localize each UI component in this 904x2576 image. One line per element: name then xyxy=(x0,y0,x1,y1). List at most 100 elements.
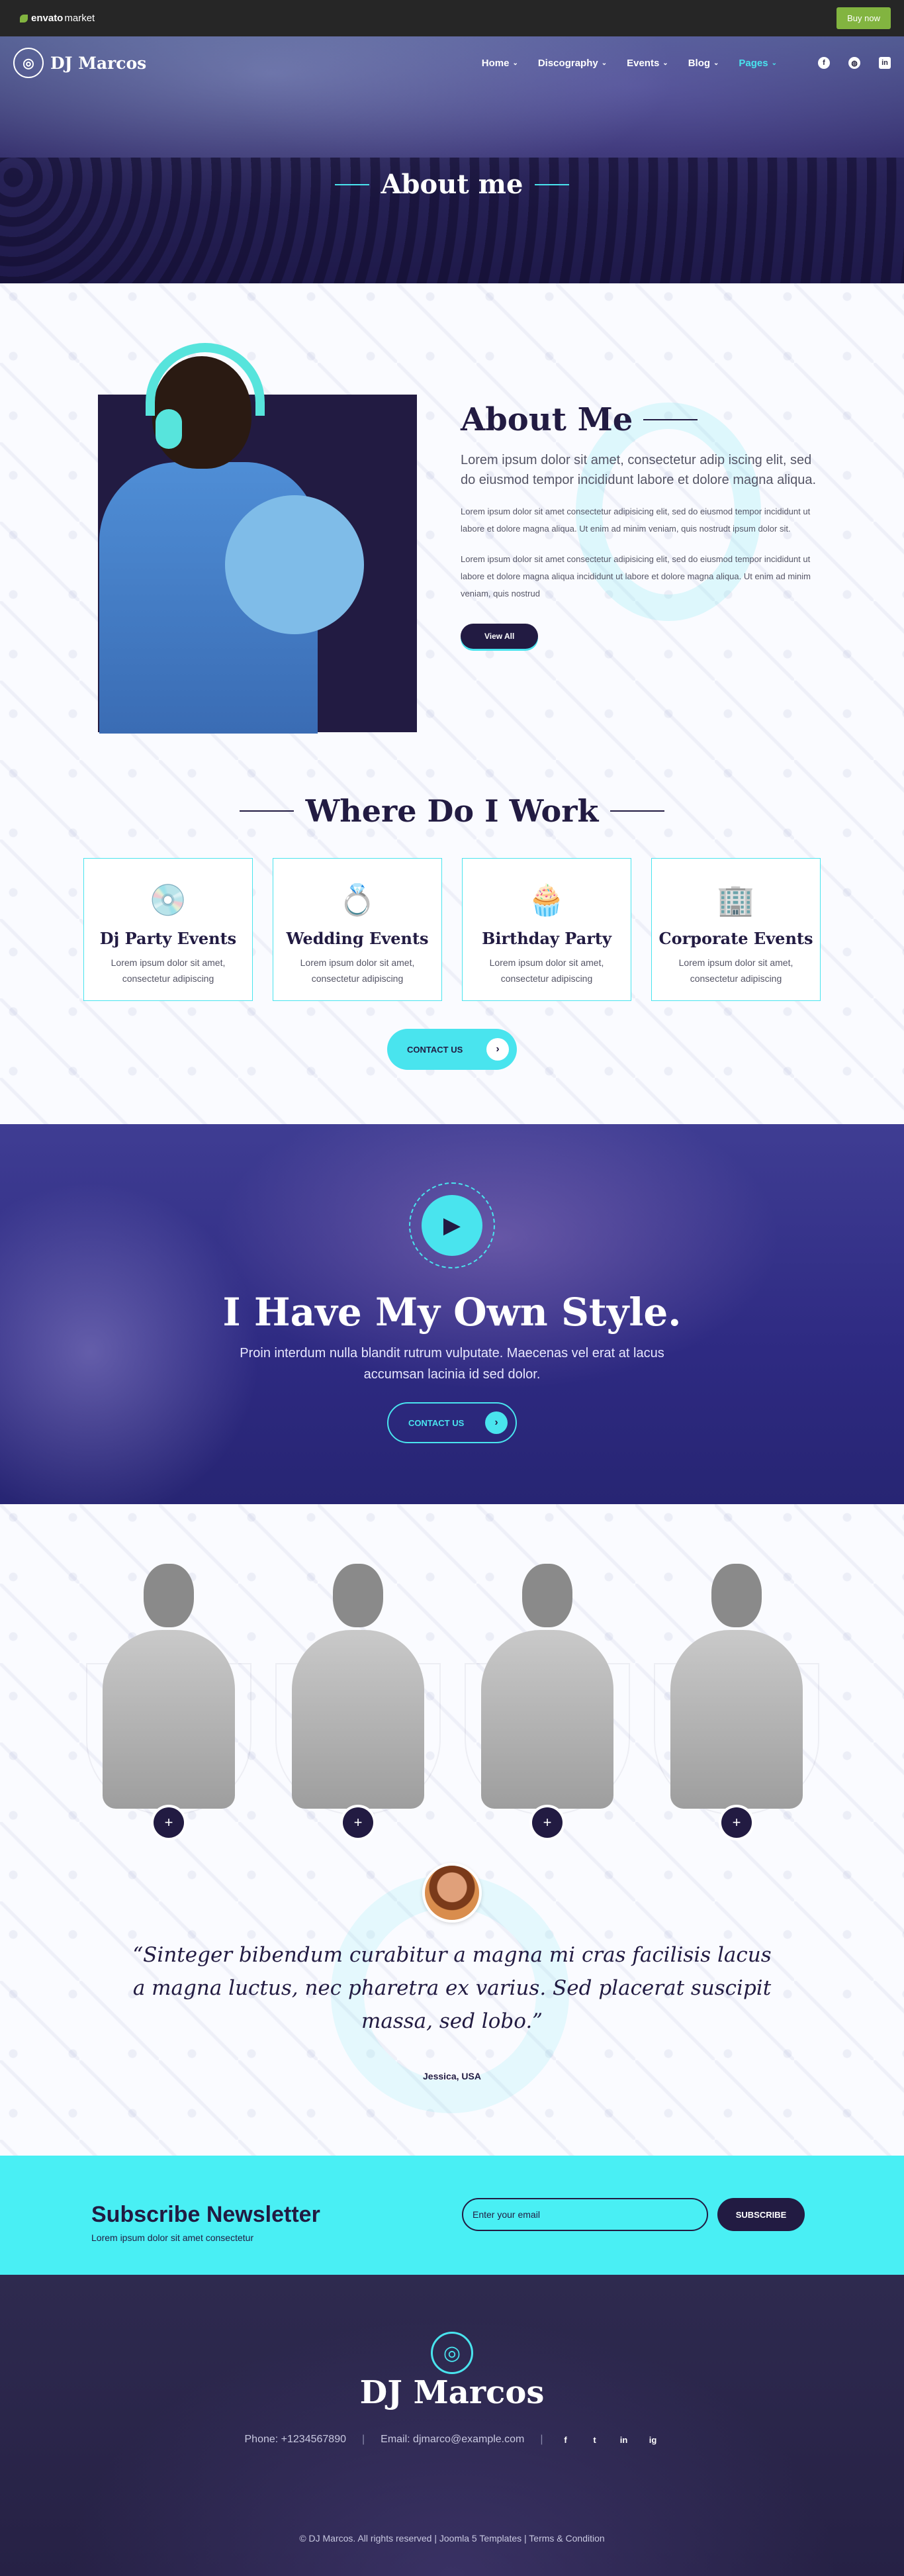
member-photo xyxy=(103,1557,235,1822)
team-member: + xyxy=(654,1557,819,1848)
about-paragraph: Lorem ipsum dolor sit amet consectetur a… xyxy=(461,554,811,598)
menu-item-home[interactable]: Home ⌄ xyxy=(482,58,518,69)
play-icon[interactable]: ▶ xyxy=(422,1195,482,1256)
card-text: Lorem ipsum dolor sit amet, consectetur … xyxy=(111,957,226,984)
plus-icon[interactable]: + xyxy=(154,1807,184,1838)
main-menu: Home ⌄ Discography ⌄ Events ⌄ Blog ⌄ Pages ⌄ … xyxy=(482,57,891,69)
divider: | xyxy=(361,2434,365,2445)
footer-brand: DJ Marcos xyxy=(359,2374,545,2411)
linkedin-icon[interactable]: in xyxy=(617,2435,631,2445)
footer-email[interactable]: Email: djmarco@example.com xyxy=(381,2434,524,2446)
title-line-left xyxy=(334,183,369,185)
footer: ◎ DJ Marcos Phone: +1234567890 | Email: … xyxy=(0,2275,904,2576)
menu-item-pages[interactable]: Pages ⌄ xyxy=(739,58,777,69)
member-photo xyxy=(481,1557,613,1822)
envato-logo[interactable]: envato market xyxy=(20,13,95,24)
email-field[interactable] xyxy=(462,2198,708,2231)
facebook-icon[interactable]: f xyxy=(818,57,830,69)
plus-icon[interactable]: + xyxy=(343,1807,373,1838)
work-cards: 💿 Dj Party Events Lorem ipsum dolor sit … xyxy=(83,858,821,1001)
divider: | xyxy=(540,2434,543,2445)
team-members: + + + + xyxy=(86,1557,819,1848)
envato-bar: envato market Buy now xyxy=(0,0,904,36)
subscribe-button[interactable]: SUBSCRIBE xyxy=(717,2198,805,2231)
team-member: + xyxy=(465,1557,630,1848)
dj-logo-icon: ◎ xyxy=(431,2332,473,2374)
team-member: + xyxy=(86,1557,251,1848)
plus-icon[interactable]: + xyxy=(721,1807,752,1838)
menu-label: Home xyxy=(481,57,510,69)
button-label: CONTACT US xyxy=(408,1417,465,1428)
chevron-down-icon: ⌄ xyxy=(771,59,777,67)
dj-photo xyxy=(99,336,377,734)
about-paragraph: Lorem ipsum dolor sit amet consectetur a… xyxy=(461,506,811,534)
footer-contact: Phone: +1234567890 | Email: djmarco@exam… xyxy=(0,2434,904,2446)
menu-item-events[interactable]: Events ⌄ xyxy=(627,58,668,69)
about-title: About Me xyxy=(461,401,633,438)
about-lead: Lorem ipsum dolor sit amet, consectetur … xyxy=(461,453,817,487)
buy-now-button[interactable]: Buy now xyxy=(836,7,891,29)
testimonial-quote: “Sinteger bibendum curabitur a magna mi … xyxy=(132,1943,772,2033)
card-corporate[interactable]: 🏢 Corporate Events Lorem ipsum dolor sit… xyxy=(651,858,821,1001)
facebook-icon[interactable]: f xyxy=(559,2435,572,2445)
cupcake-icon: 🧁 xyxy=(527,882,566,917)
contact-us-button[interactable]: CONTACT US › xyxy=(387,1029,517,1070)
card-title: Dj Party Events xyxy=(99,929,237,948)
menu-item-blog[interactable]: Blog ⌄ xyxy=(688,58,719,69)
chevron-down-icon: ⌄ xyxy=(512,59,518,67)
card-wedding[interactable]: 💍 Wedding Events Lorem ipsum dolor sit a… xyxy=(273,858,442,1001)
view-all-button[interactable]: View All xyxy=(461,624,539,649)
member-photo xyxy=(670,1557,803,1822)
menu-label: Events xyxy=(627,57,660,69)
avatar xyxy=(422,1863,482,1923)
brand-logo[interactable]: ◎ DJ Marcos xyxy=(13,48,146,78)
copyright: © DJ Marcos. All rights reserved | Jooml… xyxy=(299,2533,605,2544)
testimonial-author: Jessica, USA xyxy=(423,2071,481,2081)
ring-icon: 💍 xyxy=(338,882,377,917)
card-title: Birthday Party xyxy=(482,929,611,948)
team-member: + xyxy=(275,1557,441,1848)
title-line-right xyxy=(535,183,570,185)
style-text: Proin interdum nulla blandit rutrum vulp… xyxy=(240,1346,664,1382)
team-section: + + + + “Sinteger bibendum curabitur a m… xyxy=(0,1504,904,2156)
envato-logo-light: market xyxy=(64,13,95,24)
member-head xyxy=(522,1564,572,1627)
work-heading: Where Do I Work xyxy=(0,793,904,829)
menu-item-discography[interactable]: Discography ⌄ xyxy=(538,58,607,69)
card-dj-party[interactable]: 💿 Dj Party Events Lorem ipsum dolor sit … xyxy=(83,858,253,1001)
navbar: ◎ DJ Marcos Home ⌄ Discography ⌄ Events ⌄ B… xyxy=(0,36,904,89)
about-heading: About Me xyxy=(461,401,818,438)
style-banner: ▶ I Have My Own Style. Proin interdum nu… xyxy=(0,1124,904,1504)
chevron-down-icon: ⌄ xyxy=(713,59,719,67)
dj-disc-icon: 💿 xyxy=(149,882,187,917)
instagram-icon[interactable]: ig xyxy=(647,2435,660,2445)
building-icon: 🏢 xyxy=(717,882,755,917)
arrow-right-icon: › xyxy=(486,1038,509,1061)
plus-icon[interactable]: + xyxy=(532,1807,563,1838)
envato-leaf-icon xyxy=(20,14,28,23)
contact-us-outline-button[interactable]: CONTACT US › xyxy=(387,1402,517,1443)
dribbble-icon[interactable]: ◍ xyxy=(848,57,860,69)
footer-phone[interactable]: Phone: +1234567890 xyxy=(245,2434,346,2446)
member-body xyxy=(292,1630,424,1809)
newsletter-section: Subscribe Newsletter Lorem ipsum dolor s… xyxy=(0,2156,904,2275)
twitter-icon[interactable]: t xyxy=(588,2435,602,2445)
card-title: Wedding Events xyxy=(286,929,429,948)
member-body xyxy=(670,1630,803,1809)
headphone-cup xyxy=(156,409,182,449)
chevron-down-icon: ⌄ xyxy=(601,59,608,67)
hero-title: About me xyxy=(381,169,523,200)
play-ring: ▶ xyxy=(409,1182,495,1268)
vinyl-record xyxy=(225,495,364,634)
member-head xyxy=(144,1564,194,1627)
hero-title-wrap: About me xyxy=(0,169,904,200)
chevron-down-icon: ⌄ xyxy=(662,59,668,67)
heading-line-right xyxy=(610,810,665,812)
card-text: Lorem ipsum dolor sit amet, consectetur … xyxy=(678,957,793,984)
member-body xyxy=(481,1630,613,1809)
card-text: Lorem ipsum dolor sit amet, consectetur … xyxy=(489,957,604,984)
member-body xyxy=(103,1630,235,1809)
style-title: I Have My Own Style. xyxy=(222,1290,682,1335)
linkedin-icon[interactable]: in xyxy=(879,57,891,69)
card-birthday[interactable]: 🧁 Birthday Party Lorem ipsum dolor sit a… xyxy=(462,858,631,1001)
